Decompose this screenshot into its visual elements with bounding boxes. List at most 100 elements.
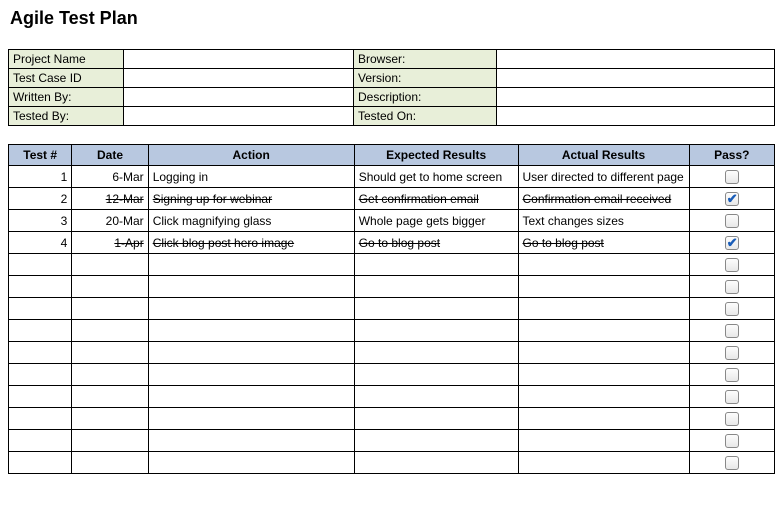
cell-date[interactable] xyxy=(72,408,148,430)
cell-expected[interactable] xyxy=(354,452,518,474)
cell-action[interactable] xyxy=(148,254,354,276)
cell-actual[interactable] xyxy=(518,298,689,320)
pass-checkbox[interactable] xyxy=(725,192,739,206)
cell-expected[interactable] xyxy=(354,320,518,342)
cell-action[interactable] xyxy=(148,298,354,320)
col-header-date: Date xyxy=(72,145,148,166)
cell-test[interactable] xyxy=(9,254,72,276)
cell-date[interactable] xyxy=(72,364,148,386)
cell-action[interactable] xyxy=(148,408,354,430)
cell-expected[interactable] xyxy=(354,408,518,430)
cell-actual[interactable]: Confirmation email received xyxy=(518,188,689,210)
cell-expected[interactable]: Go to blog post xyxy=(354,232,518,254)
cell-actual[interactable] xyxy=(518,386,689,408)
cell-test[interactable] xyxy=(9,276,72,298)
cell-test[interactable] xyxy=(9,408,72,430)
cell-actual[interactable] xyxy=(518,254,689,276)
pass-checkbox[interactable] xyxy=(725,412,739,426)
meta-value[interactable] xyxy=(124,69,354,88)
cell-action[interactable] xyxy=(148,364,354,386)
cell-actual[interactable]: Go to blog post xyxy=(518,232,689,254)
meta-value[interactable] xyxy=(497,107,775,126)
cell-action[interactable]: Signing up for webinar xyxy=(148,188,354,210)
cell-test[interactable]: 2 xyxy=(9,188,72,210)
pass-checkbox[interactable] xyxy=(725,302,739,316)
cell-actual[interactable] xyxy=(518,452,689,474)
pass-checkbox[interactable] xyxy=(725,214,739,228)
cell-actual[interactable] xyxy=(518,430,689,452)
pass-checkbox[interactable] xyxy=(725,280,739,294)
cell-test[interactable] xyxy=(9,320,72,342)
pass-checkbox[interactable] xyxy=(725,258,739,272)
cell-expected[interactable] xyxy=(354,276,518,298)
cell-test[interactable] xyxy=(9,452,72,474)
cell-date[interactable] xyxy=(72,342,148,364)
cell-action[interactable] xyxy=(148,452,354,474)
cell-expected[interactable]: Get confirmation email xyxy=(354,188,518,210)
cell-action[interactable] xyxy=(148,342,354,364)
cell-action[interactable] xyxy=(148,430,354,452)
cell-actual[interactable] xyxy=(518,320,689,342)
pass-checkbox[interactable] xyxy=(725,324,739,338)
cell-actual[interactable] xyxy=(518,276,689,298)
cell-test[interactable] xyxy=(9,430,72,452)
cell-expected[interactable]: Should get to home screen xyxy=(354,166,518,188)
cell-expected[interactable] xyxy=(354,254,518,276)
cell-expected[interactable] xyxy=(354,364,518,386)
cell-date[interactable] xyxy=(72,430,148,452)
cell-expected[interactable] xyxy=(354,430,518,452)
cell-date[interactable]: 20-Mar xyxy=(72,210,148,232)
cell-date[interactable] xyxy=(72,276,148,298)
cell-expected[interactable] xyxy=(354,298,518,320)
cell-date[interactable]: 12-Mar xyxy=(72,188,148,210)
pass-checkbox[interactable] xyxy=(725,390,739,404)
cell-actual[interactable]: User directed to different page xyxy=(518,166,689,188)
meta-value[interactable] xyxy=(124,88,354,107)
table-row xyxy=(9,386,775,408)
cell-actual[interactable] xyxy=(518,364,689,386)
cell-action[interactable] xyxy=(148,386,354,408)
cell-test[interactable] xyxy=(9,342,72,364)
cell-actual[interactable] xyxy=(518,408,689,430)
pass-checkbox[interactable] xyxy=(725,346,739,360)
pass-checkbox[interactable] xyxy=(725,170,739,184)
cell-action[interactable] xyxy=(148,320,354,342)
meta-value[interactable] xyxy=(124,50,354,69)
pass-checkbox[interactable] xyxy=(725,456,739,470)
cell-actual[interactable]: Text changes sizes xyxy=(518,210,689,232)
cell-action[interactable]: Click magnifying glass xyxy=(148,210,354,232)
cell-date[interactable] xyxy=(72,254,148,276)
cell-test[interactable] xyxy=(9,298,72,320)
cell-action[interactable]: Click blog post hero image xyxy=(148,232,354,254)
pass-checkbox[interactable] xyxy=(725,236,739,250)
cell-date[interactable] xyxy=(72,452,148,474)
cell-date[interactable] xyxy=(72,320,148,342)
cell-date[interactable] xyxy=(72,386,148,408)
col-header-test: Test # xyxy=(9,145,72,166)
cell-test[interactable] xyxy=(9,364,72,386)
meta-value[interactable] xyxy=(497,69,775,88)
cell-actual[interactable] xyxy=(518,342,689,364)
meta-value[interactable] xyxy=(497,88,775,107)
cell-date[interactable]: 1-Apr xyxy=(72,232,148,254)
cell-pass xyxy=(689,254,774,276)
cell-expected[interactable] xyxy=(354,342,518,364)
cell-action[interactable]: Logging in xyxy=(148,166,354,188)
cell-test[interactable]: 3 xyxy=(9,210,72,232)
pass-checkbox[interactable] xyxy=(725,368,739,382)
cell-date[interactable] xyxy=(72,298,148,320)
cell-date[interactable]: 6-Mar xyxy=(72,166,148,188)
cell-test[interactable] xyxy=(9,386,72,408)
meta-value[interactable] xyxy=(124,107,354,126)
meta-value[interactable] xyxy=(497,50,775,69)
cell-expected[interactable] xyxy=(354,386,518,408)
meta-label: Project Name xyxy=(9,50,124,69)
pass-checkbox[interactable] xyxy=(725,434,739,448)
cell-action[interactable] xyxy=(148,276,354,298)
table-row xyxy=(9,408,775,430)
cell-test[interactable]: 4 xyxy=(9,232,72,254)
col-header-action: Action xyxy=(148,145,354,166)
meta-label: Description: xyxy=(354,88,497,107)
cell-expected[interactable]: Whole page gets bigger xyxy=(354,210,518,232)
cell-test[interactable]: 1 xyxy=(9,166,72,188)
